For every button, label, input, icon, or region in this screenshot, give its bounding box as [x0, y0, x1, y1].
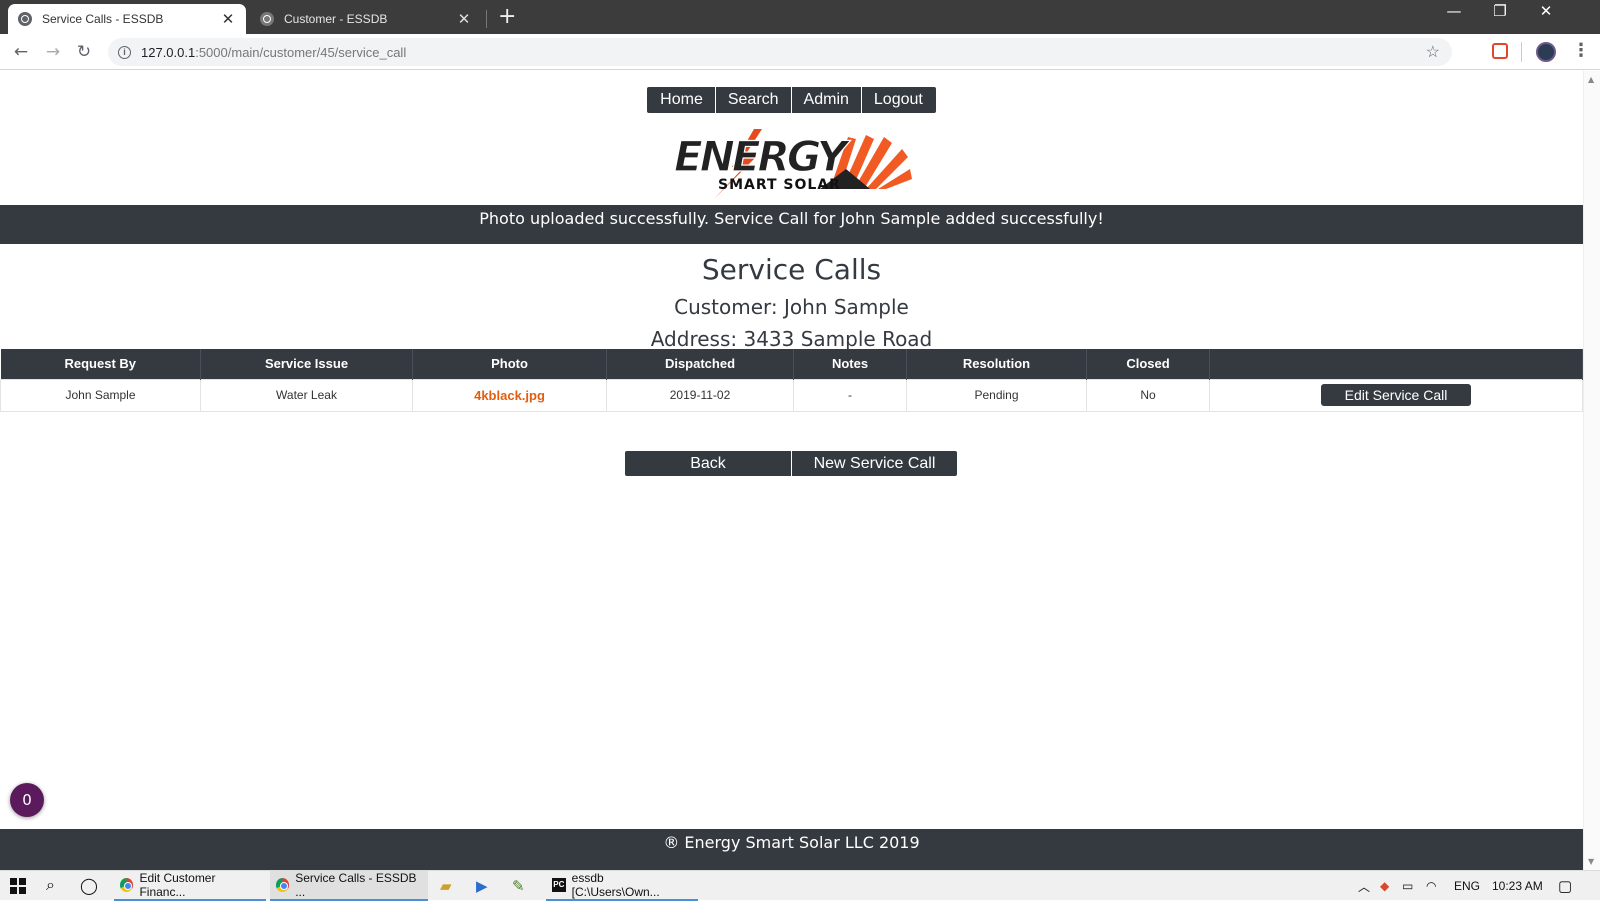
col-actions — [1209, 349, 1583, 379]
nav-admin[interactable]: Admin — [790, 87, 861, 113]
powershell-icon[interactable]: ▶ — [476, 871, 488, 901]
notepad-icon[interactable]: ✎ — [512, 871, 525, 901]
col-closed: Closed — [1086, 349, 1210, 379]
cell-closed: No — [1086, 378, 1210, 412]
minimize-icon[interactable]: — — [1431, 2, 1477, 20]
col-service-issue: Service Issue — [200, 349, 413, 379]
top-navigation: Home Search Admin Logout — [0, 87, 1583, 113]
taskbar-app-chrome-1[interactable]: Edit Customer Financ... — [114, 871, 266, 901]
browser-toolbar: ← → ↻ i 127.0.0.1 :5000/main/customer/45… — [0, 34, 1600, 70]
cell-service-issue: Water Leak — [200, 378, 413, 412]
show-hidden-icons-icon[interactable]: ︿ — [1358, 871, 1370, 901]
window-close-icon[interactable]: ✕ — [1523, 2, 1569, 20]
customer-heading: Customer: John Sample — [674, 295, 909, 319]
page-content: Home Search Admin Logout ENERGY SMART SO… — [0, 71, 1583, 870]
nav-button-group: Home Search Admin Logout — [647, 87, 936, 113]
logo-word-energy: ENERGY — [674, 132, 851, 181]
pycharm-icon: PC — [552, 878, 566, 892]
flash-message: Photo uploaded successfully. Service Cal… — [0, 205, 1583, 244]
windows-taskbar: ⌕ ◯ Edit Customer Financ... Service Call… — [0, 870, 1600, 901]
forward-arrow-icon[interactable]: → — [41, 40, 65, 64]
search-icon[interactable]: ⌕ — [46, 871, 55, 901]
page-footer: ® Energy Smart Solar LLC 2019 — [0, 829, 1583, 870]
clock[interactable]: 10:23 AM — [1492, 871, 1543, 901]
back-button[interactable]: Back — [625, 451, 791, 476]
tab-divider — [486, 10, 487, 28]
extension-icon[interactable] — [1492, 43, 1508, 59]
address-heading: Address: 3433 Sample Road — [650, 327, 933, 351]
taskbar-app-label: essdb [C:\Users\Own... — [571, 871, 660, 899]
page-title: Service Calls — [701, 253, 882, 286]
col-notes: Notes — [793, 349, 907, 379]
table-row: John Sample Water Leak 4kblack.jpg 2019-… — [0, 378, 1583, 412]
browser-menu-icon[interactable]: ⋮ — [1572, 40, 1590, 61]
scroll-up-icon[interactable]: ▲ — [1588, 75, 1594, 84]
nav-search[interactable]: Search — [714, 87, 791, 113]
service-calls-table: Request By Service Issue Photo Dispatche… — [0, 349, 1583, 412]
col-resolution: Resolution — [906, 349, 1087, 379]
chrome-icon — [120, 878, 134, 892]
edit-service-call-button[interactable]: Edit Service Call — [1320, 384, 1472, 406]
notifications-icon[interactable]: ▢ — [1558, 871, 1572, 901]
cell-actions: Edit Service Call — [1209, 378, 1583, 412]
browser-tab-strip: Service Calls - ESSDB ✕ Customer - ESSDB… — [0, 0, 1600, 34]
back-arrow-icon[interactable]: ← — [9, 40, 33, 64]
tab-customer[interactable]: Customer - ESSDB ✕ — [250, 4, 482, 34]
globe-icon — [260, 12, 274, 26]
close-tab-icon[interactable]: ✕ — [456, 10, 472, 28]
cell-request-by: John Sample — [0, 378, 201, 412]
cell-resolution: Pending — [906, 378, 1087, 412]
taskbar-app-label: Service Calls - ESSDB ... — [295, 871, 417, 899]
tray-app-icon[interactable]: ◆ — [1380, 871, 1389, 901]
url-path: :5000/main/customer/45/service_call — [195, 44, 407, 60]
tab-title: Service Calls - ESSDB — [42, 12, 164, 26]
info-icon[interactable]: i — [118, 45, 131, 59]
page-actions: Back New Service Call — [625, 451, 957, 476]
notification-badge[interactable]: 0 — [10, 783, 44, 817]
energy-smart-solar-logo: ENERGY SMART SOLAR — [673, 129, 912, 199]
url-host: 127.0.0.1 — [141, 44, 196, 60]
language-indicator[interactable]: ENG — [1454, 871, 1480, 901]
col-photo: Photo — [412, 349, 607, 379]
table-header-row: Request By Service Issue Photo Dispatche… — [0, 349, 1583, 379]
battery-icon[interactable]: ▭ — [1402, 871, 1413, 901]
close-tab-icon[interactable]: ✕ — [220, 10, 236, 28]
taskbar-app-pycharm[interactable]: PC essdb [C:\Users\Own... — [546, 871, 698, 901]
nav-home[interactable]: Home — [648, 87, 715, 113]
file-explorer-icon[interactable]: ▰ — [440, 871, 452, 901]
start-button[interactable] — [10, 871, 26, 901]
profile-avatar[interactable] — [1536, 42, 1556, 62]
windows-logo-icon — [10, 878, 26, 894]
address-bar[interactable]: i 127.0.0.1 :5000/main/customer/45/servi… — [108, 38, 1452, 66]
cell-notes: - — [793, 378, 907, 412]
taskbar-app-label: Edit Customer Financ... — [139, 871, 216, 899]
toolbar-divider — [1521, 42, 1522, 62]
new-tab-icon[interactable]: + — [498, 4, 516, 29]
taskbar-app-chrome-2[interactable]: Service Calls - ESSDB ... — [270, 871, 428, 901]
wifi-icon[interactable]: ◠ — [1426, 871, 1436, 901]
page-scrollbar[interactable]: ▲ ▼ — [1583, 71, 1600, 870]
tab-service-calls[interactable]: Service Calls - ESSDB ✕ — [8, 4, 246, 34]
col-request-by: Request By — [0, 349, 201, 379]
restore-icon[interactable]: ❐ — [1477, 2, 1523, 20]
cortana-icon[interactable]: ◯ — [80, 871, 98, 901]
bookmark-star-icon[interactable]: ☆ — [1426, 42, 1440, 62]
new-service-call-button[interactable]: New Service Call — [791, 451, 957, 476]
col-dispatched: Dispatched — [606, 349, 794, 379]
photo-link[interactable]: 4kblack.jpg — [412, 378, 607, 412]
tab-title: Customer - ESSDB — [284, 12, 388, 26]
cell-dispatched: 2019-11-02 — [606, 378, 794, 412]
reload-icon[interactable]: ↻ — [72, 40, 96, 64]
nav-logout[interactable]: Logout — [860, 87, 935, 113]
logo-word-smart-solar: SMART SOLAR — [718, 177, 841, 193]
scroll-down-icon[interactable]: ▼ — [1588, 857, 1594, 866]
chrome-icon — [276, 878, 290, 892]
globe-icon — [18, 12, 32, 26]
